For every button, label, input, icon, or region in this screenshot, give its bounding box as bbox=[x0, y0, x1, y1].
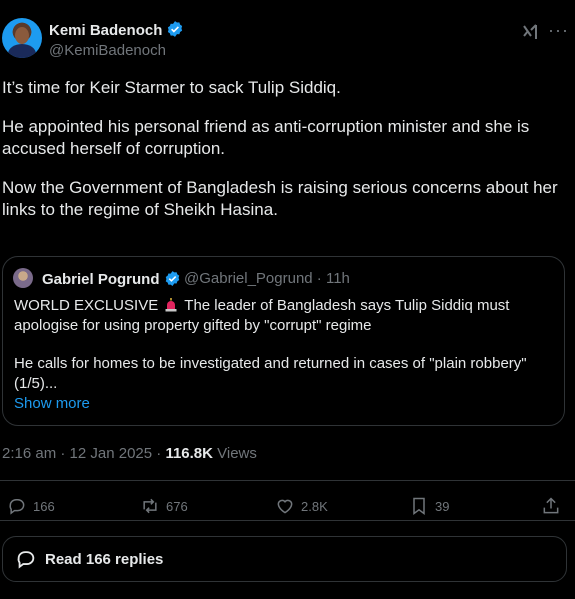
quote-line-2: He calls for homes to be investigated an… bbox=[14, 355, 527, 392]
tweet-timestamp[interactable]: 2:16 am · 12 Jan 2025 · bbox=[2, 445, 165, 462]
like-button[interactable]: 2.8K bbox=[275, 495, 328, 517]
more-icon[interactable]: ··· bbox=[548, 20, 569, 41]
views-label: Views bbox=[212, 445, 257, 462]
divider bbox=[0, 480, 575, 481]
reply-count: 166 bbox=[33, 498, 55, 514]
author-handle[interactable]: @KemiBadenoch bbox=[49, 42, 166, 59]
tweet-paragraph: Now the Government of Bangladesh is rais… bbox=[2, 178, 558, 219]
bookmark-button[interactable]: 39 bbox=[409, 495, 449, 517]
like-icon bbox=[277, 499, 293, 514]
like-count: 2.8K bbox=[301, 498, 328, 514]
verified-badge-icon bbox=[168, 21, 183, 37]
quote-text: WORLD EXCLUSIVE The leader of Bangladesh… bbox=[14, 296, 554, 412]
share-icon bbox=[543, 497, 559, 514]
quote-author-name-row[interactable]: Gabriel Pogrund bbox=[42, 270, 181, 288]
siren-icon bbox=[165, 298, 177, 312]
share-button[interactable] bbox=[541, 495, 567, 517]
quote-tweet[interactable]: Gabriel Pogrund @Gabriel_Pogrund · 11h W… bbox=[2, 256, 565, 426]
quote-author-handle[interactable]: @Gabriel_Pogrund · 11h bbox=[184, 270, 350, 287]
reply-icon bbox=[9, 499, 25, 515]
tweet-paragraph: He appointed his personal friend as anti… bbox=[2, 117, 530, 158]
author-avatar[interactable] bbox=[2, 18, 42, 58]
read-replies-button[interactable]: Read 166 replies bbox=[2, 536, 567, 582]
bookmark-icon bbox=[413, 497, 425, 515]
author-name-row[interactable]: Kemi Badenoch bbox=[49, 20, 184, 39]
read-replies-label: Read 166 replies bbox=[45, 550, 164, 568]
repost-count: 676 bbox=[166, 498, 188, 514]
quote-author-name[interactable]: Gabriel Pogrund bbox=[42, 271, 160, 288]
views-count: 116.8K bbox=[165, 445, 213, 462]
reply-icon bbox=[17, 551, 35, 569]
tweet-meta: 2:16 am · 12 Jan 2025 · 116.8K Views bbox=[2, 445, 257, 462]
verified-badge-icon bbox=[165, 271, 179, 286]
bookmark-count: 39 bbox=[435, 498, 450, 514]
divider bbox=[0, 520, 575, 521]
show-more-link[interactable]: Show more bbox=[14, 395, 90, 412]
quote-line-prefix: WORLD EXCLUSIVE bbox=[14, 297, 159, 314]
repost-button[interactable]: 676 bbox=[140, 495, 188, 517]
tweet-text: It’s time for Keir Starmer to sack Tulip… bbox=[2, 77, 562, 238]
reply-button[interactable]: 166 bbox=[7, 495, 55, 517]
author-name[interactable]: Kemi Badenoch bbox=[49, 22, 162, 39]
repost-icon bbox=[143, 498, 157, 514]
grok-icon[interactable] bbox=[521, 22, 541, 42]
tweet-paragraph: It’s time for Keir Starmer to sack Tulip… bbox=[2, 78, 341, 97]
quote-author-avatar[interactable] bbox=[13, 268, 33, 288]
